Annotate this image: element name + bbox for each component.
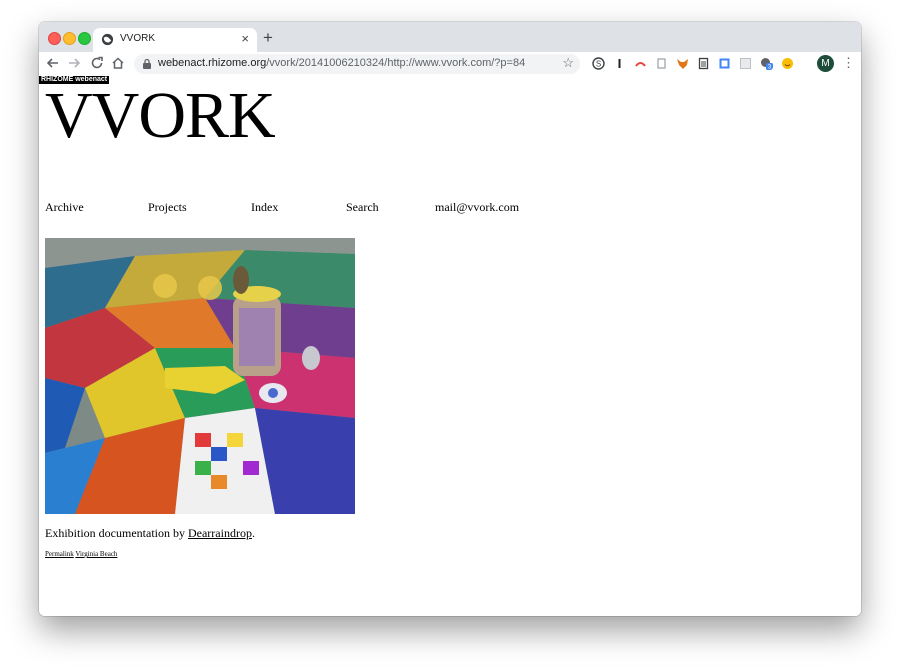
exhibition-photo-artwork [45, 238, 355, 514]
profile-avatar[interactable]: M [817, 55, 834, 72]
nav-link-email[interactable]: mail@vvork.com [435, 200, 519, 215]
minimize-window-button[interactable] [63, 32, 76, 45]
nav-link-projects[interactable]: Projects [148, 200, 187, 215]
new-tab-button[interactable]: + [263, 28, 273, 48]
address-bar[interactable]: webenact.rhizome.org/vvork/2014100621032… [134, 54, 580, 74]
permalink-link[interactable]: Permalink [45, 550, 74, 558]
copy-extension-icon[interactable] [655, 57, 668, 70]
tab-title: VVORK [120, 33, 156, 44]
url-text[interactable]: webenact.rhizome.org/vvork/2014100621032… [158, 57, 525, 69]
exhibition-photo [45, 238, 355, 514]
web-page: RHIZOME webenact VVORK Archive Projects … [39, 76, 861, 616]
lock-icon[interactable] [142, 58, 152, 70]
forward-icon[interactable] [66, 55, 82, 71]
globe-badge-extension-icon[interactable]: 3 [760, 57, 773, 70]
browser-toolbar: webenact.rhizome.org/vvork/2014100621032… [39, 52, 861, 77]
tab-strip: VVORK × + [39, 22, 861, 52]
home-icon[interactable] [110, 55, 126, 71]
caption-text: Exhibition documentation by [45, 526, 188, 540]
zoom-window-button[interactable] [78, 32, 91, 45]
arc-extension-icon[interactable] [634, 57, 647, 70]
site-title: VVORK [45, 79, 276, 152]
post-caption: Exhibition documentation by Dearraindrop… [45, 526, 255, 541]
artist-link[interactable]: Dearraindrop [188, 526, 252, 540]
reload-icon[interactable] [89, 55, 105, 71]
globe-icon [101, 33, 114, 46]
close-window-button[interactable] [48, 32, 61, 45]
screenshot-extension-icon[interactable] [718, 57, 731, 70]
browser-menu-icon[interactable]: ⋮ [842, 55, 855, 71]
nav-link-index[interactable]: Index [251, 200, 278, 215]
tag-link[interactable]: Virginia Beach [75, 550, 117, 558]
fox-extension-icon[interactable] [676, 57, 689, 70]
browser-window: VVORK × + webenact.rhizome.org/vvork/201… [39, 22, 861, 616]
bookmark-star-icon[interactable]: ☆ [562, 55, 574, 71]
url-host: webenact.rhizome.org [158, 57, 267, 69]
skype-extension-icon[interactable]: S [592, 57, 605, 70]
caption-period: . [251, 526, 255, 540]
smiley-extension-icon[interactable] [781, 57, 794, 70]
tab-close-icon[interactable]: × [241, 31, 249, 47]
url-path: /vvork/20141006210324/http://www.vvork.c… [266, 57, 526, 69]
back-icon[interactable] [45, 55, 61, 71]
image-extension-icon[interactable] [739, 57, 752, 70]
tab-vvork[interactable]: VVORK × [93, 28, 257, 52]
nav-link-archive[interactable]: Archive [45, 200, 84, 215]
nav-link-search[interactable]: Search [346, 200, 379, 215]
post-meta: Permalink Virginia Beach [45, 550, 117, 558]
notes-extension-icon[interactable] [697, 57, 710, 70]
svg-text:S: S [596, 60, 601, 69]
cursor-extension-icon[interactable] [613, 57, 626, 70]
